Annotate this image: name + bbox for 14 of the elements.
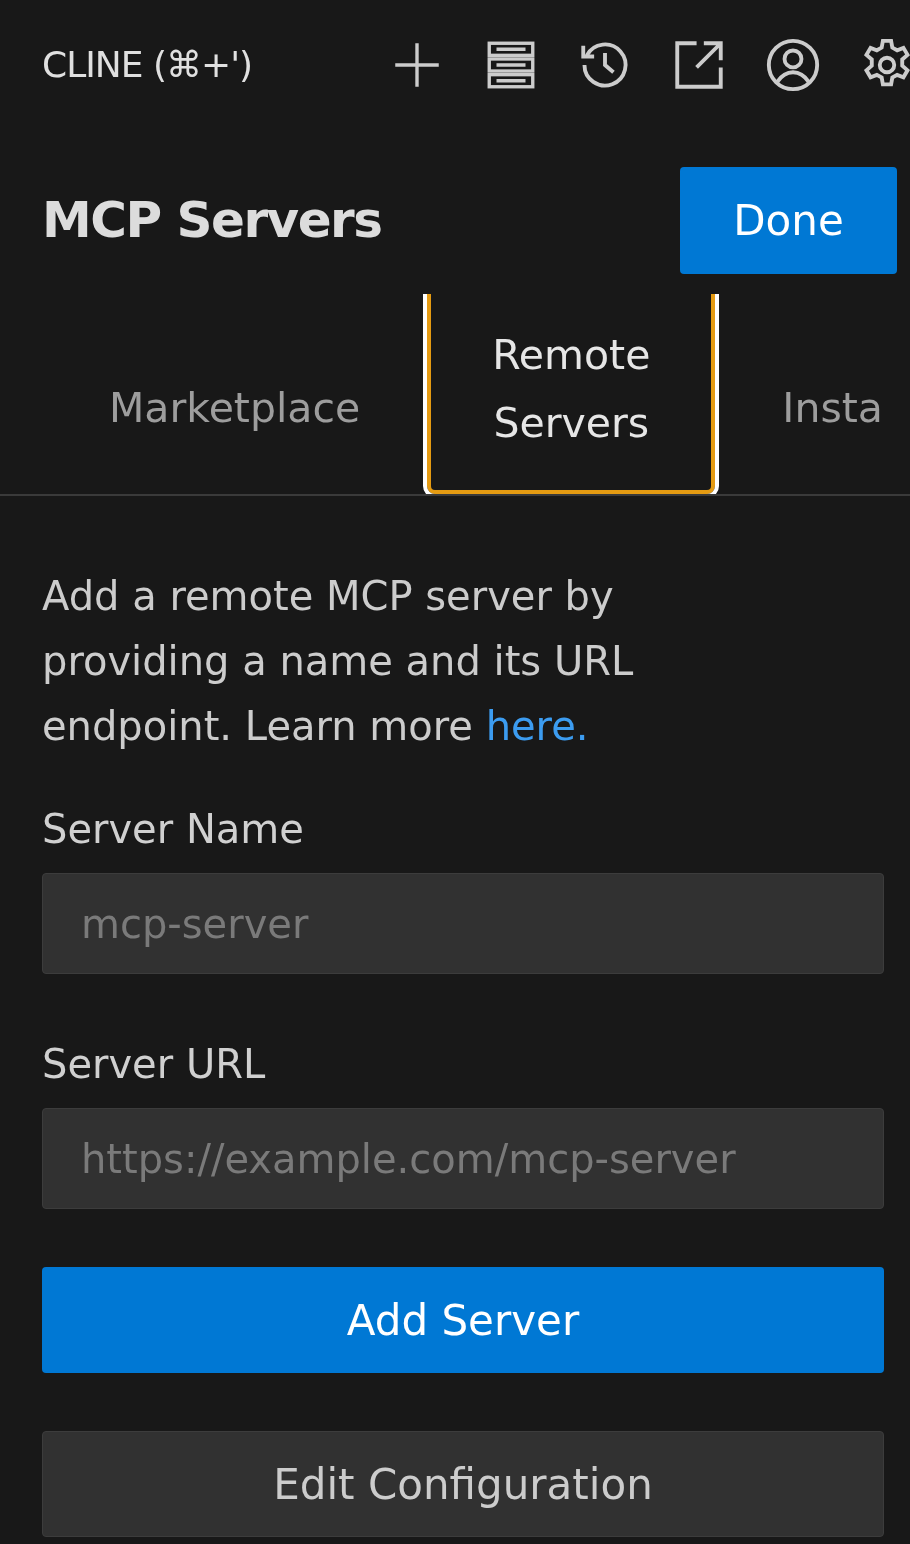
tab[interactable]: Insta: [755, 324, 910, 494]
description-text: Add a remote MCP server by providing a name and its URL endpoint. Learn more here.: [42, 572, 635, 751]
tab[interactable]: Marketplace: [82, 324, 388, 494]
learn-more-link[interactable]: here.: [485, 703, 589, 749]
add-server-button[interactable]: Add Server: [42, 1267, 884, 1373]
page-title: MCP Servers: [42, 190, 382, 251]
edit-configuration-button[interactable]: Edit Configuration: [42, 1431, 884, 1537]
done-button[interactable]: Done: [680, 167, 897, 274]
panel-title: CLINE (⌘+'): [42, 43, 253, 87]
input-field[interactable]: mcp-server: [42, 873, 884, 974]
input-field[interactable]: https://example.com/mcp-server: [42, 1108, 884, 1209]
field-label: Server URL: [42, 1040, 267, 1089]
account-icon[interactable]: [764, 36, 822, 94]
field-label: Server Name: [42, 805, 305, 854]
